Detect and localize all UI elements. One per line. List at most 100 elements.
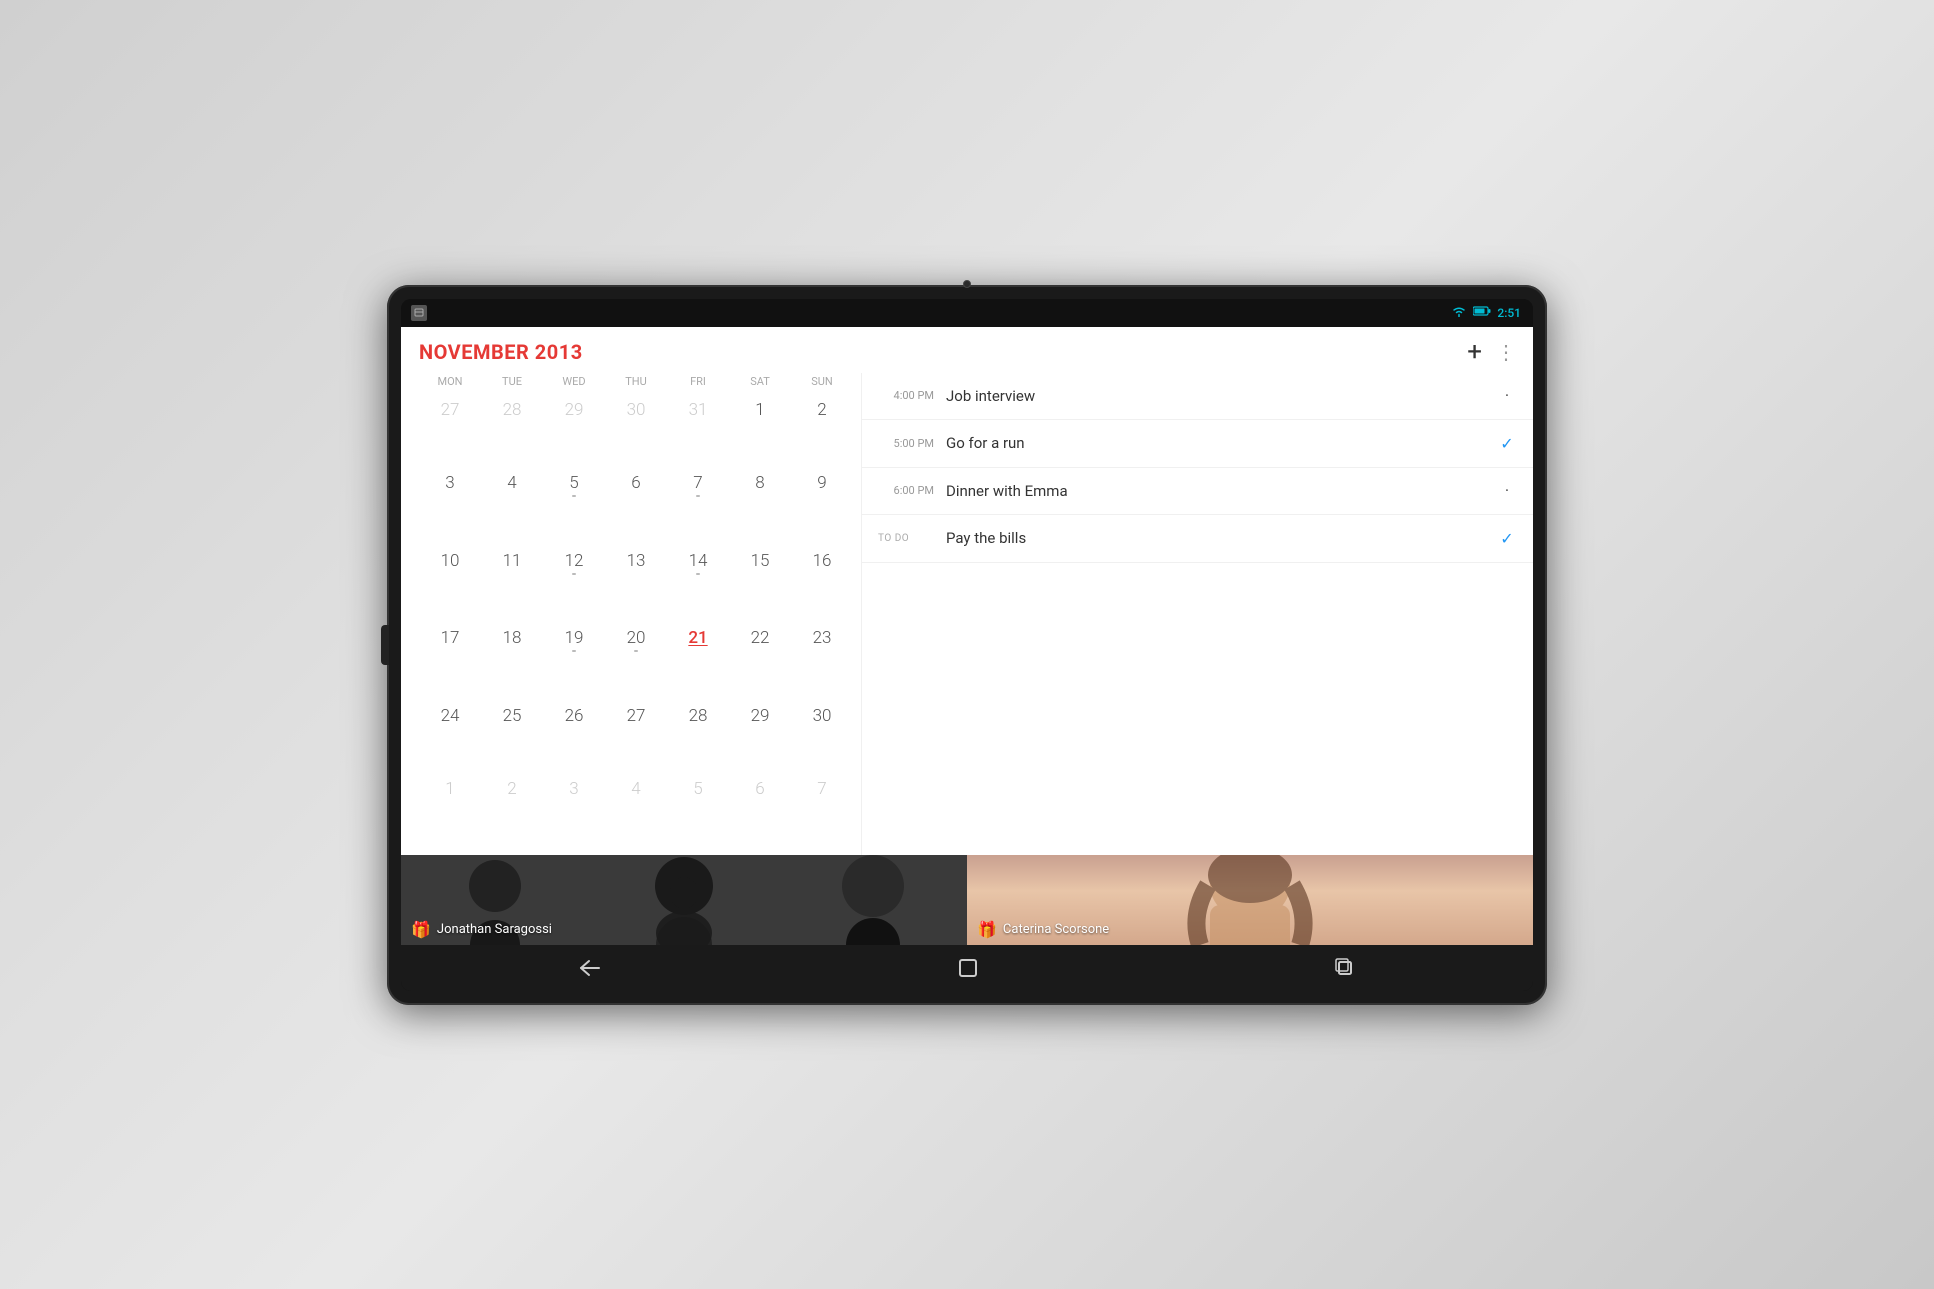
event-status-3: • [1497, 486, 1517, 495]
day-number: 30 [813, 706, 832, 726]
calendar-grid[interactable]: 2728293031123456789101112131415161718192… [419, 394, 853, 847]
event-label-4[interactable]: Pay the bills [946, 529, 1485, 547]
agenda-item-4: TO DO Pay the bills ✓ [862, 515, 1533, 563]
calendar-day-25-current[interactable]: 25 [481, 700, 543, 774]
event-dot [572, 650, 576, 652]
day-number: 28 [689, 706, 708, 726]
calendar-day-28-prev[interactable]: 28 [481, 394, 543, 468]
calendar-day-4-next[interactable]: 4 [605, 773, 667, 847]
event-label-2[interactable]: Go for a run [946, 434, 1485, 452]
calendar-day-15-current[interactable]: 15 [729, 545, 791, 623]
calendar-day-6-next[interactable]: 6 [729, 773, 791, 847]
calendar-day-3-next[interactable]: 3 [543, 773, 605, 847]
day-header-sun: SUN [791, 373, 853, 390]
calendar-day-31-prev[interactable]: 31 [667, 394, 729, 468]
back-button[interactable] [549, 951, 631, 985]
day-number: 21 [688, 628, 707, 648]
calendar-day-29-prev[interactable]: 29 [543, 394, 605, 468]
day-number: 6 [755, 779, 764, 799]
calendar-day-5-next[interactable]: 5 [667, 773, 729, 847]
event-dot [696, 495, 700, 497]
calendar-panel: MON TUE WED THU FRI SAT SUN 272829303112… [401, 373, 861, 855]
calendar-day-24-current[interactable]: 24 [419, 700, 481, 774]
day-number: 6 [631, 473, 640, 493]
day-header-sat: SAT [729, 373, 791, 390]
event-status-4: ✓ [1497, 529, 1517, 548]
calendar-day-13-current[interactable]: 13 [605, 545, 667, 623]
day-number: 15 [751, 551, 770, 571]
day-number: 5 [693, 779, 702, 799]
calendar-day-5-current[interactable]: 5 [543, 467, 605, 545]
recents-button[interactable] [1305, 950, 1385, 986]
day-number: 17 [441, 628, 460, 648]
birthday-name-jonathan: Jonathan Saragossi [437, 922, 552, 937]
day-number: 10 [441, 551, 460, 571]
calendar-day-7-current[interactable]: 7 [667, 467, 729, 545]
status-left [411, 305, 427, 321]
calendar-day-17-current[interactable]: 17 [419, 622, 481, 700]
day-number: 31 [689, 400, 708, 420]
day-number: 14 [689, 551, 708, 571]
agenda-panel: 4:00 PM Job interview • 5:00 PM Go for a… [861, 373, 1533, 855]
calendar-day-6-current[interactable]: 6 [605, 467, 667, 545]
calendar-day-7-next[interactable]: 7 [791, 773, 853, 847]
home-button[interactable] [928, 950, 1008, 986]
calendar-day-23-current[interactable]: 23 [791, 622, 853, 700]
calendar-day-11-current[interactable]: 11 [481, 545, 543, 623]
main-section: MON TUE WED THU FRI SAT SUN 272829303112… [401, 373, 1533, 855]
calendar-day-16-current[interactable]: 16 [791, 545, 853, 623]
birthday-overlay-caterina: 🎁 Caterina Scorsone [977, 920, 1109, 939]
birthday-card-jonathan[interactable]: 🎁 Jonathan Saragossi [401, 855, 967, 945]
calendar-day-2-next[interactable]: 2 [481, 773, 543, 847]
day-number: 27 [441, 400, 460, 420]
day-number: 1 [445, 779, 454, 799]
calendar-day-1-current[interactable]: 1 [729, 394, 791, 468]
gift-icon-caterina: 🎁 [977, 920, 997, 939]
add-event-button[interactable]: + [1467, 339, 1482, 365]
tablet-screen: 2:51 NOVEMBER 2013 + ⋮ MON TUE [401, 299, 1533, 991]
calendar-day-9-current[interactable]: 9 [791, 467, 853, 545]
calendar-day-14-current[interactable]: 14 [667, 545, 729, 623]
app-header: NOVEMBER 2013 + ⋮ [401, 327, 1533, 373]
event-dot [572, 495, 576, 497]
app-notification-icon [411, 305, 427, 321]
calendar-day-30-current[interactable]: 30 [791, 700, 853, 774]
calendar-day-10-current[interactable]: 10 [419, 545, 481, 623]
day-number: 3 [445, 473, 454, 493]
day-header-mon: MON [419, 373, 481, 390]
calendar-day-3-current[interactable]: 3 [419, 467, 481, 545]
navigation-bar [401, 945, 1533, 991]
calendar-day-29-current[interactable]: 29 [729, 700, 791, 774]
calendar-day-26-current[interactable]: 26 [543, 700, 605, 774]
day-number: 7 [693, 473, 702, 493]
calendar-day-30-prev[interactable]: 30 [605, 394, 667, 468]
calendar-day-12-current[interactable]: 12 [543, 545, 605, 623]
wifi-icon [1451, 305, 1467, 320]
gift-icon-jonathan: 🎁 [411, 920, 431, 939]
calendar-day-1-next[interactable]: 1 [419, 773, 481, 847]
calendar-day-20-current[interactable]: 20 [605, 622, 667, 700]
status-right: 2:51 [1451, 305, 1521, 320]
calendar-day-21-today[interactable]: 21 [667, 622, 729, 700]
day-number: 9 [817, 473, 826, 493]
event-label-1[interactable]: Job interview [946, 387, 1485, 405]
calendar-day-27-prev[interactable]: 27 [419, 394, 481, 468]
day-header-tue: TUE [481, 373, 543, 390]
day-number: 7 [817, 779, 826, 799]
camera [963, 280, 971, 288]
calendar-day-8-current[interactable]: 8 [729, 467, 791, 545]
calendar-day-27-current[interactable]: 27 [605, 700, 667, 774]
time-display: 2:51 [1497, 306, 1521, 320]
day-number: 23 [813, 628, 832, 648]
event-label-3[interactable]: Dinner with Emma [946, 482, 1485, 500]
birthday-overlay-jonathan: 🎁 Jonathan Saragossi [411, 920, 552, 939]
agenda-item-3: 6:00 PM Dinner with Emma • [862, 468, 1533, 515]
calendar-day-19-current[interactable]: 19 [543, 622, 605, 700]
calendar-day-18-current[interactable]: 18 [481, 622, 543, 700]
more-options-button[interactable]: ⋮ [1496, 342, 1517, 362]
birthday-card-caterina[interactable]: 🎁 Caterina Scorsone [967, 855, 1533, 945]
calendar-day-28-current[interactable]: 28 [667, 700, 729, 774]
calendar-day-2-current[interactable]: 2 [791, 394, 853, 468]
calendar-day-4-current[interactable]: 4 [481, 467, 543, 545]
calendar-day-22-current[interactable]: 22 [729, 622, 791, 700]
